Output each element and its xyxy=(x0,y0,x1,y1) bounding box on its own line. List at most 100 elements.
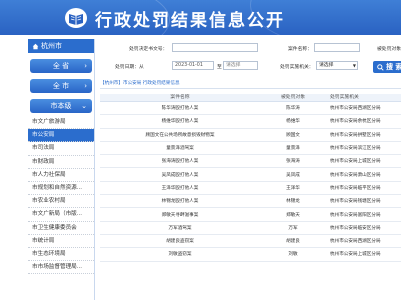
level-button-label: 全 市 xyxy=(52,82,70,90)
case-name-input[interactable] xyxy=(314,43,360,52)
cell-org: 杭州市公安局钱塘区分局 xyxy=(330,199,381,205)
cell-org: 杭州市公安局上城区分局 xyxy=(330,252,381,258)
sidebar-item[interactable]: 市农业农村局 xyxy=(28,195,94,209)
cell-org: 杭州市公安局西湖区分局 xyxy=(330,239,381,245)
table-row[interactable]: 郑敏天寻衅滋事案 郑敏天 杭州市公安局富阳区分局 xyxy=(100,208,401,222)
table-row[interactable]: 刘敏盗窃案 刘敏 杭州市公安局上城区分局 xyxy=(100,248,401,262)
date-to-label: 至 xyxy=(217,65,222,70)
search-form: 处罚决定书文号： 案件名称： 被处罚对象 处罚日期：从 2023-01-01 至… xyxy=(100,40,401,80)
cell-party: 童景泽 xyxy=(286,146,300,152)
page-title: 行政处罚结果信息公开 xyxy=(95,11,285,31)
cell-case-name: 郑敏天寻衅滋事案 xyxy=(161,212,199,218)
sidebar-item-active[interactable]: 市公安局 xyxy=(28,129,94,143)
table-row[interactable]: 万军酒驾案 万军 杭州市公安局临安区分局 xyxy=(100,222,401,235)
sidebar-item[interactable]: 市卫生健康委员会 xyxy=(28,222,94,235)
org-label: 处罚实施机关： xyxy=(280,65,314,70)
cell-case-name: 杨维华殴打他人案 xyxy=(161,119,199,125)
decision-no-input[interactable] xyxy=(172,43,258,52)
cell-party: 吴凤成 xyxy=(286,172,300,178)
org-select-value: 请选择 xyxy=(319,63,334,68)
chevron-down-icon: ⌄ xyxy=(81,102,87,110)
cell-case-name: 王泽华殴打他人案 xyxy=(161,185,199,191)
cell-party: 万军 xyxy=(288,225,298,231)
cell-party: 王泽华 xyxy=(286,185,300,191)
book-logo-icon xyxy=(65,8,87,28)
sidebar-item[interactable]: 市统计局 xyxy=(28,235,94,248)
table-row[interactable]: 吴凤成殴打他人案 吴凤成 杭州市公安局萧山区分局 xyxy=(100,168,401,182)
sidebar-item[interactable]: 市财政局 xyxy=(28,156,94,169)
cell-org: 杭州市公安局上城区分局 xyxy=(330,159,381,165)
table-row[interactable]: 杨维华殴打他人案 杨维华 杭州市公安局余杭区分局 xyxy=(100,115,401,129)
results-table: 案件名称 被处罚对象 处罚实施机关 陈华涛殴打他人案 陈华涛 杭州市公安局西湖区… xyxy=(100,94,401,262)
cell-org: 杭州市公安局拱墅区分局 xyxy=(330,132,381,138)
sidebar-city-header[interactable]: 杭州市 xyxy=(28,39,94,53)
table-row[interactable]: 王泽华殴打他人案 王泽华 杭州市公安局临平区分局 xyxy=(100,182,401,196)
level-button-city-level[interactable]: 市本级 ⌄ xyxy=(30,99,92,113)
breadcrumb: 【杭州市】市公安局 行政处罚结果信息 xyxy=(100,80,401,89)
cell-org: 杭州市公安局临安区分局 xyxy=(330,225,381,231)
column-header-case-name: 案件名称 xyxy=(170,95,190,100)
cell-party: 陈华涛 xyxy=(286,106,300,112)
cell-org: 杭州市公安局富阳区分局 xyxy=(330,212,381,218)
cell-org: 杭州市公安局余杭区分局 xyxy=(330,119,381,125)
sidebar-item[interactable]: 市市场监督管理局... xyxy=(28,261,94,275)
chevron-right-icon: › xyxy=(84,82,87,90)
cell-party: 郑敏天 xyxy=(286,212,300,218)
home-icon xyxy=(32,43,39,49)
cell-party: 张海涛 xyxy=(286,159,300,165)
table-row[interactable]: 顾国文在公共场所故意损毁财物案 顾国文 杭州市公安局拱墅区分局 xyxy=(100,129,401,142)
chevron-right-icon: › xyxy=(84,62,87,70)
search-icon xyxy=(377,63,384,71)
table-row[interactable]: 林锦龙殴打他人案 林锦龙 杭州市公安局钱塘区分局 xyxy=(100,195,401,209)
decision-no-label: 处罚决定书文号： xyxy=(129,47,168,52)
table-header: 案件名称 被处罚对象 处罚实施机关 xyxy=(100,94,401,102)
search-button-label: 搜 索 xyxy=(386,63,401,71)
column-header-party: 被处罚对象 xyxy=(281,95,305,100)
level-button-label: 市本级 xyxy=(50,102,72,110)
cell-case-name: 万军酒驾案 xyxy=(168,225,192,231)
cell-case-name: 林锦龙殴打他人案 xyxy=(161,199,199,205)
level-button-label: 全 省 xyxy=(52,62,70,70)
level-button-city[interactable]: 全 市 › xyxy=(30,79,92,93)
date-to-input[interactable]: 请选择 xyxy=(223,61,258,70)
cell-party: 刘敏 xyxy=(288,252,298,258)
cell-case-name: 顾国文在公共场所故意损毁财物案 xyxy=(145,132,215,138)
table-row[interactable]: 胡建良盗窃案 胡建良 杭州市公安局西湖区分局 xyxy=(100,235,401,249)
cell-org: 杭州市公安局萧山区分局 xyxy=(330,172,381,178)
sidebar-city-label: 杭州市 xyxy=(41,42,62,50)
cell-case-name: 童景泽酒驾案 xyxy=(166,146,194,152)
cell-case-name: 张海涛殴打他人案 xyxy=(161,159,199,165)
cell-party: 林锦龙 xyxy=(286,199,300,205)
table-row[interactable]: 张海涛殴打他人案 张海涛 杭州市公安局上城区分局 xyxy=(100,155,401,169)
chevron-down-icon: ▼ xyxy=(352,63,356,68)
date-from-label: 处罚日期：从 xyxy=(115,65,144,70)
cell-org: 杭州市公安局西湖区分局 xyxy=(330,106,381,112)
cell-party: 胡建良 xyxy=(286,239,300,245)
sidebar-list: 市文广旅游局 市公安局 市司法局 市财政局 市人力社保局 市规划和自然资源...… xyxy=(28,116,94,275)
search-button[interactable]: 搜 索 xyxy=(373,61,401,73)
column-header-org: 处罚实施机关 xyxy=(330,95,359,100)
sidebar: 杭州市 全 省 › 全 市 › 市本级 ⌄ 市文广旅游局 市公安局 市司法局 市… xyxy=(28,39,95,300)
date-from-input[interactable]: 2023-01-01 xyxy=(172,61,214,70)
cell-org: 杭州市公安局临平区分局 xyxy=(330,185,381,191)
sidebar-item[interactable]: 市文广新局（市版... xyxy=(28,208,94,222)
sidebar-item[interactable]: 市人力社保局 xyxy=(28,169,94,182)
org-select[interactable]: 请选择 ▼ xyxy=(316,61,358,70)
cell-case-name: 胡建良盗窃案 xyxy=(166,239,194,245)
table-row[interactable]: 陈华涛殴打他人案 陈华涛 杭州市公安局西湖区分局 xyxy=(100,102,401,116)
cell-party: 杨维华 xyxy=(286,119,300,125)
level-button-province[interactable]: 全 省 › xyxy=(30,59,92,73)
cell-case-name: 刘敏盗窃案 xyxy=(168,252,192,258)
case-name-label: 案件名称： xyxy=(288,47,312,52)
sidebar-item[interactable]: 市司法局 xyxy=(28,142,94,156)
sidebar-item[interactable]: 市规划和自然资源... xyxy=(28,182,94,196)
cell-org: 杭州市公安局滨江区分局 xyxy=(330,146,381,152)
cell-party: 顾国文 xyxy=(286,132,300,138)
sidebar-item[interactable]: 市文广旅游局 xyxy=(28,116,94,130)
header-banner: 行政处罚结果信息公开 xyxy=(0,0,401,35)
cell-case-name: 陈华涛殴打他人案 xyxy=(161,106,199,112)
table-row[interactable]: 童景泽酒驾案 童景泽 杭州市公安局滨江区分局 xyxy=(100,142,401,156)
party-label: 被处罚对象 xyxy=(377,47,401,52)
cell-case-name: 吴凤成殴打他人案 xyxy=(161,172,199,178)
sidebar-item[interactable]: 市生态环境局 xyxy=(28,248,94,262)
